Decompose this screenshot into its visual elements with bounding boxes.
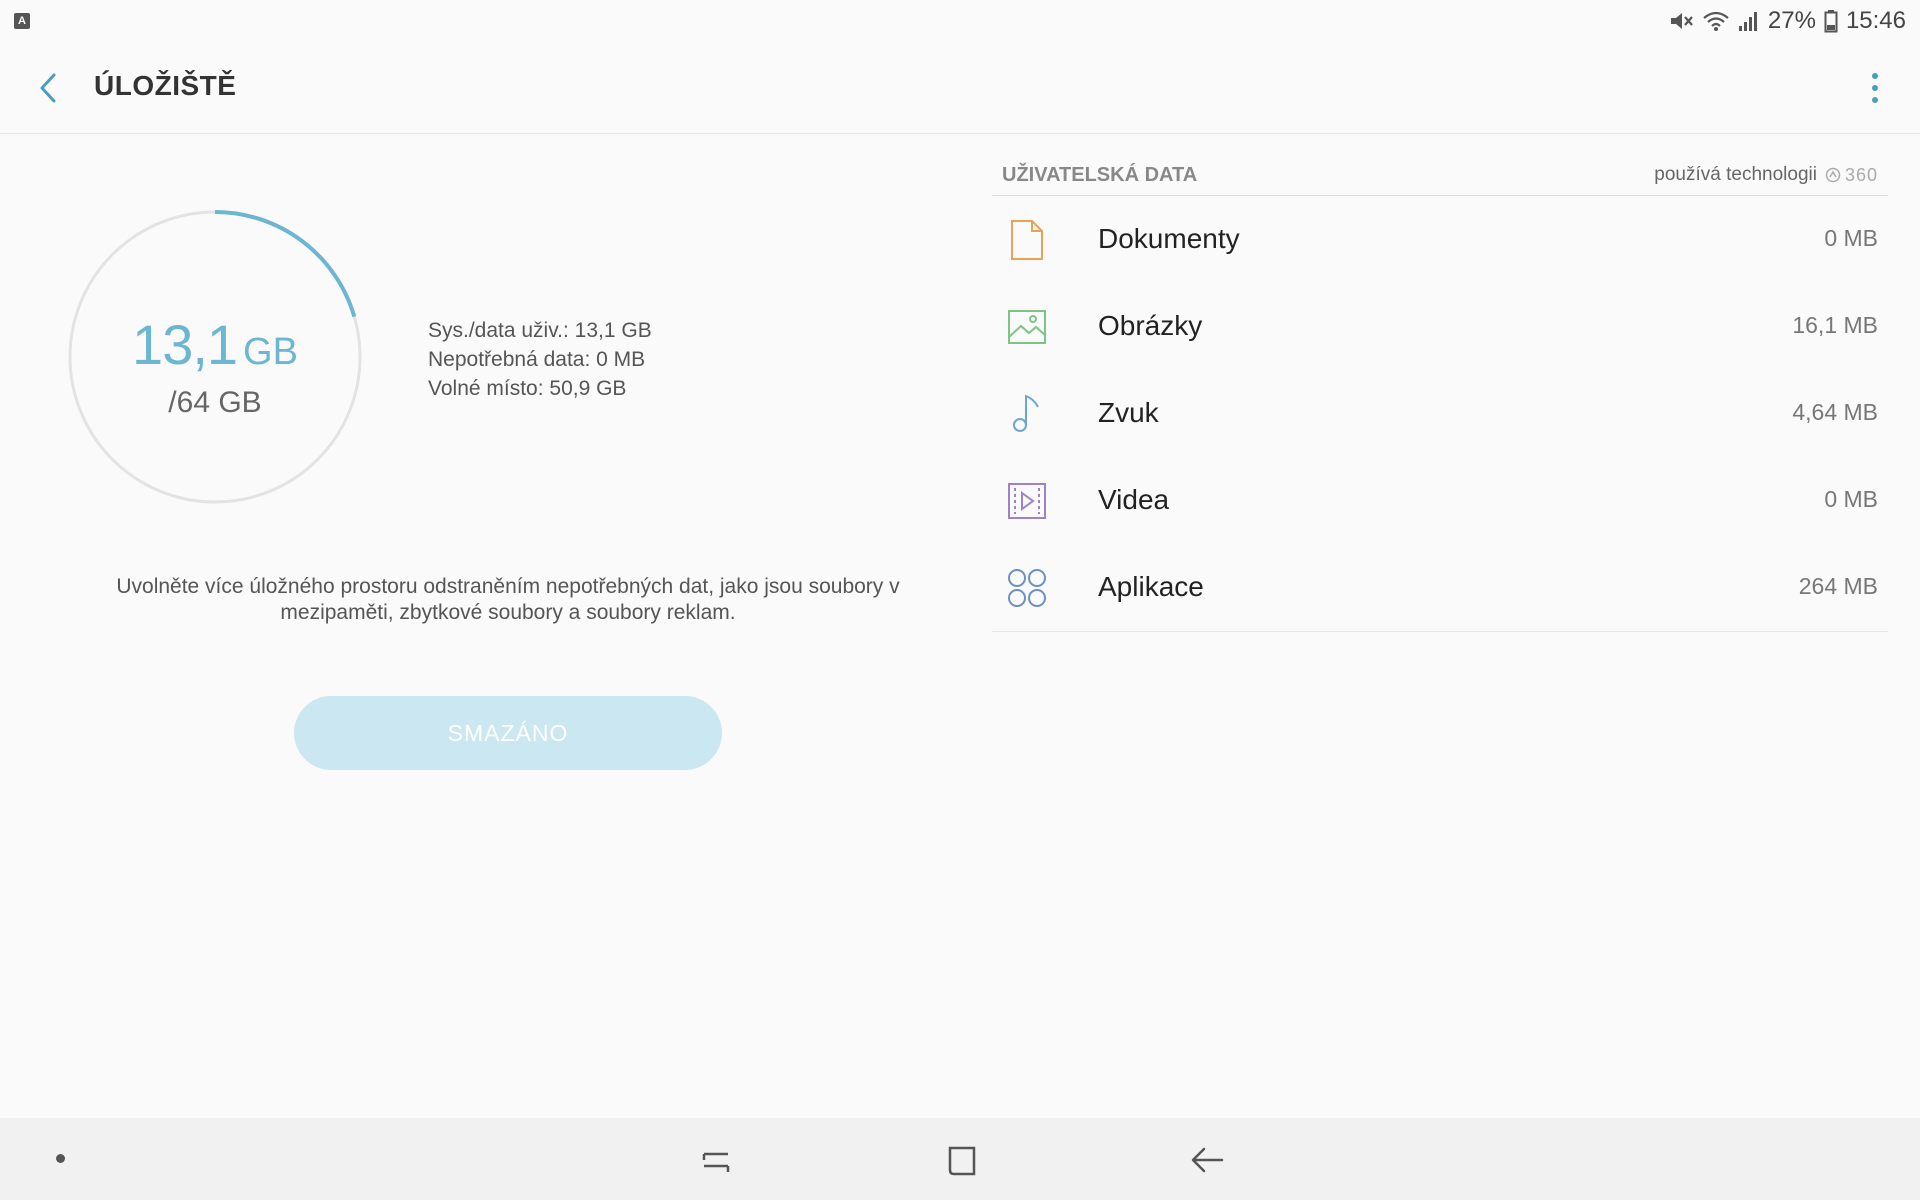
provider-logo-text: 360	[1844, 164, 1878, 185]
back-button[interactable]	[30, 70, 66, 106]
used-unit: GB	[243, 331, 298, 373]
used-storage: 13,1 GB	[66, 312, 364, 377]
battery-icon	[1824, 10, 1838, 33]
storage-usage-ring: 13,1 GB /64 GB	[66, 208, 364, 506]
cleanup-button[interactable]: SMAZÁNO	[294, 696, 722, 770]
item-size: 0 MB	[1824, 486, 1878, 512]
user-data-header: UŽIVATELSKÁ DATA používá technologii 360	[992, 160, 1888, 196]
total-storage: /64 GB	[168, 386, 262, 419]
list-divider	[992, 631, 1888, 632]
clock: 15:46	[1845, 7, 1906, 34]
item-label: Obrázky	[1098, 310, 1203, 341]
more-vertical-icon	[1872, 73, 1878, 103]
page-title: ÚLOŽIŠTĚ	[94, 70, 237, 101]
provider-logo: 360	[1825, 165, 1878, 186]
signal-icon	[1738, 12, 1757, 31]
stat-unneeded-data: Nepotřebná data: 0 MB	[428, 348, 646, 371]
stat-free-space: Volné místo: 50,9 GB	[428, 377, 627, 400]
section-title: UŽIVATELSKÁ DATA	[1002, 164, 1198, 186]
cleanup-hint: Uvolněte více úložného prostoru odstraně…	[116, 575, 900, 624]
wifi-icon	[1703, 11, 1729, 31]
item-label: Dokumenty	[1098, 223, 1240, 254]
home-icon[interactable]	[940, 1140, 984, 1180]
used-value: 13,1	[132, 313, 238, 376]
item-size: 4,64 MB	[1792, 399, 1878, 425]
item-label: Zvuk	[1098, 397, 1159, 428]
recents-icon[interactable]	[694, 1140, 738, 1180]
provider-logo-icon	[1825, 167, 1841, 183]
back-nav-icon[interactable]	[1186, 1140, 1230, 1180]
music-note-icon	[1013, 394, 1039, 432]
list-item-documents[interactable]: Dokumenty 0 MB	[992, 197, 1888, 284]
powered-by: používá technologii 360	[1654, 164, 1878, 186]
mute-icon	[1670, 13, 1693, 29]
video-icon	[1008, 483, 1046, 519]
image-icon	[1008, 310, 1046, 344]
item-label: Videa	[1098, 484, 1170, 515]
storage-stats: Sys./data uživ.: 13,1 GB Nepotřebná data…	[428, 316, 652, 403]
battery-percent: 27%	[1767, 7, 1816, 34]
item-size: 264 MB	[1798, 573, 1878, 599]
stat-system-data: Sys./data uživ.: 13,1 GB	[428, 319, 652, 342]
app-bar: ÚLOŽIŠTĚ	[0, 42, 1920, 134]
navigation-bar	[0, 1118, 1920, 1200]
user-data-list: Dokumenty 0 MB Obrázky 16,1 MB Zvuk 4,64…	[992, 197, 1888, 632]
more-options-button[interactable]	[1860, 68, 1890, 108]
apps-icon	[1008, 569, 1046, 607]
list-item-audio[interactable]: Zvuk 4,64 MB	[992, 371, 1888, 458]
nav-dot-icon[interactable]	[56, 1154, 65, 1163]
list-item-images[interactable]: Obrázky 16,1 MB	[992, 284, 1888, 371]
status-right: 27% 15:46	[1668, 7, 1906, 35]
item-label: Aplikace	[1098, 571, 1204, 602]
a-icon: A	[14, 13, 30, 29]
status-bar: A 27% 15:46	[0, 0, 1920, 42]
list-item-videos[interactable]: Videa 0 MB	[992, 458, 1888, 545]
powered-by-text: používá technologii	[1654, 164, 1817, 185]
item-size: 16,1 MB	[1792, 312, 1878, 338]
document-icon	[1011, 220, 1043, 260]
item-size: 0 MB	[1824, 225, 1878, 251]
list-item-apps[interactable]: Aplikace 264 MB	[992, 545, 1888, 632]
chevron-left-icon	[40, 73, 56, 103]
status-left: A	[14, 13, 30, 29]
